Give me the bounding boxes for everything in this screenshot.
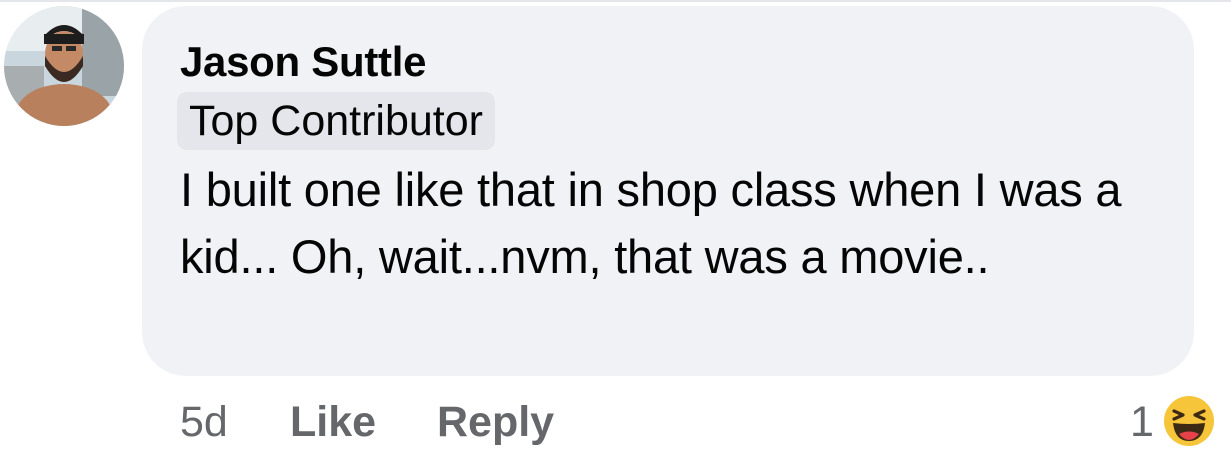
top-contributor-badge: Top Contributor [177,92,495,150]
avatar-image [4,6,124,126]
like-button[interactable]: Like [290,392,376,452]
reply-button[interactable]: Reply [437,392,554,452]
comment-bubble: Jason Suttle Top Contributor I built one… [142,6,1194,376]
top-divider [0,0,1231,2]
comment-timestamp[interactable]: 5d [180,392,228,452]
comment-author-name[interactable]: Jason Suttle [180,38,426,86]
avatar[interactable] [4,6,124,126]
reaction-count[interactable]: 1 [1130,392,1154,452]
haha-emoji-icon[interactable] [1161,393,1217,449]
comment-text: I built one like that in shop class when… [180,163,1122,283]
